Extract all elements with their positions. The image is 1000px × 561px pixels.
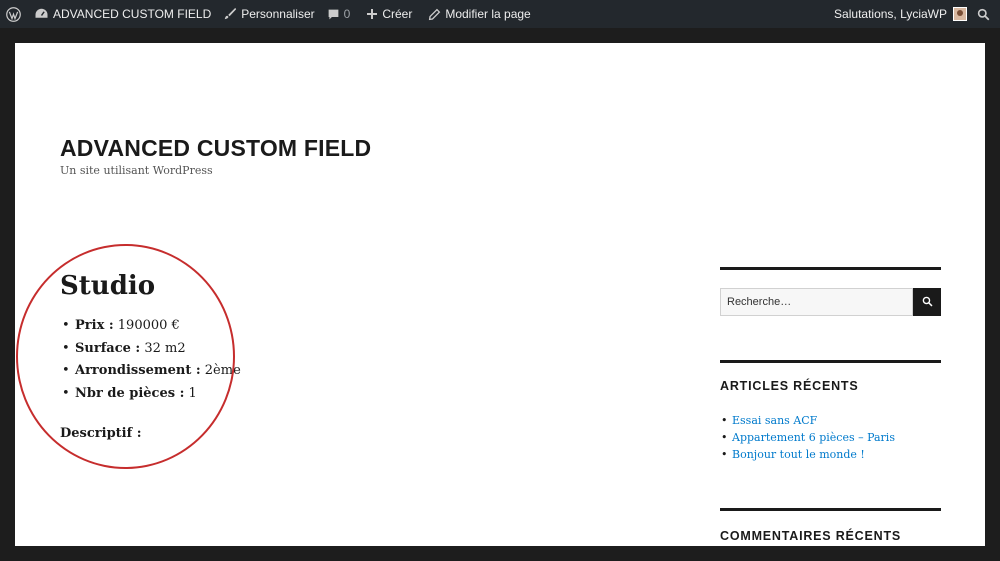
entry-title: Studio <box>60 271 156 301</box>
site-title[interactable]: ADVANCED CUSTOM FIELD <box>60 135 371 162</box>
edit-page-label: Modifier la page <box>445 7 531 21</box>
list-item: Essai sans ACF <box>721 412 941 429</box>
recent-posts-list: Essai sans ACF Appartement 6 pièces – Pa… <box>720 412 941 463</box>
my-account-menu[interactable]: Salutations, LyciaWP <box>828 0 973 28</box>
divider <box>720 267 941 270</box>
descriptif-label: Descriptif : <box>60 426 142 441</box>
search-form <box>720 288 941 316</box>
new-label: Créer <box>382 7 413 21</box>
plus-icon <box>366 8 378 20</box>
search-input[interactable] <box>720 288 913 316</box>
sidebar: ARTICLES RÉCENTS Essai sans ACF Appartem… <box>720 267 941 543</box>
greeting-label: Salutations, LyciaWP <box>834 7 947 21</box>
recent-post-link[interactable]: Essai sans ACF <box>732 414 817 427</box>
new-content-menu[interactable]: Créer <box>356 0 418 28</box>
recent-comments-widget: COMMENTAIRES RÉCENTS <box>720 508 941 543</box>
avatar <box>953 7 967 21</box>
customize-label: Personnaliser <box>241 7 315 21</box>
field-value: 1 <box>184 385 197 401</box>
list-item: Nbr de pièces : 1 <box>62 383 241 406</box>
field-label: Arrondissement : <box>75 363 201 378</box>
widget-title: ARTICLES RÉCENTS <box>720 379 859 393</box>
brush-icon <box>223 7 237 21</box>
wordpress-icon <box>6 6 21 22</box>
edit-page-link[interactable]: Modifier la page <box>418 0 536 28</box>
widget-title: COMMENTAIRES RÉCENTS <box>720 529 902 543</box>
dashboard-icon <box>34 7 49 21</box>
recent-post-link[interactable]: Bonjour tout le monde ! <box>732 448 865 461</box>
comment-bubble-icon <box>327 8 340 21</box>
site-description: Un site utilisant WordPress <box>60 164 213 177</box>
list-item: Arrondissement : 2ème <box>62 360 241 383</box>
field-value: 190000 € <box>113 318 180 333</box>
recent-posts-widget: ARTICLES RÉCENTS Essai sans ACF Appartem… <box>720 360 941 463</box>
search-button[interactable] <box>913 288 941 316</box>
divider <box>720 508 941 511</box>
field-value: 32 m2 <box>140 340 186 356</box>
field-value: 2ème <box>200 363 241 378</box>
list-item: Appartement 6 pièces – Paris <box>721 429 941 446</box>
divider <box>720 360 941 363</box>
wordpress-logo-menu[interactable] <box>0 0 28 28</box>
customize-link[interactable]: Personnaliser <box>217 0 320 28</box>
page-content: ADVANCED CUSTOM FIELD Un site utilisant … <box>15 43 985 546</box>
comments-count: 0 <box>343 7 351 21</box>
list-item: Bonjour tout le monde ! <box>721 446 941 463</box>
admin-search-button[interactable] <box>973 0 1000 28</box>
field-label: Nbr de pièces : <box>75 385 185 401</box>
search-icon <box>922 295 933 310</box>
field-label: Prix : <box>75 318 114 333</box>
admin-bar: ADVANCED CUSTOM FIELD Personnaliser 0 Cr… <box>0 0 1000 28</box>
site-name-menu[interactable]: ADVANCED CUSTOM FIELD <box>28 0 217 28</box>
pencil-icon <box>428 8 441 21</box>
list-item: Surface : 32 m2 <box>62 338 241 361</box>
field-label: Surface : <box>75 340 141 356</box>
search-icon <box>977 8 990 21</box>
comments-link[interactable]: 0 <box>321 0 357 28</box>
recent-post-link[interactable]: Appartement 6 pièces – Paris <box>732 431 895 444</box>
site-name-label: ADVANCED CUSTOM FIELD <box>53 7 212 21</box>
acf-fields-list: Prix : 190000 € Surface : 32 m2 Arrondis… <box>62 315 241 406</box>
list-item: Prix : 190000 € <box>62 315 241 338</box>
